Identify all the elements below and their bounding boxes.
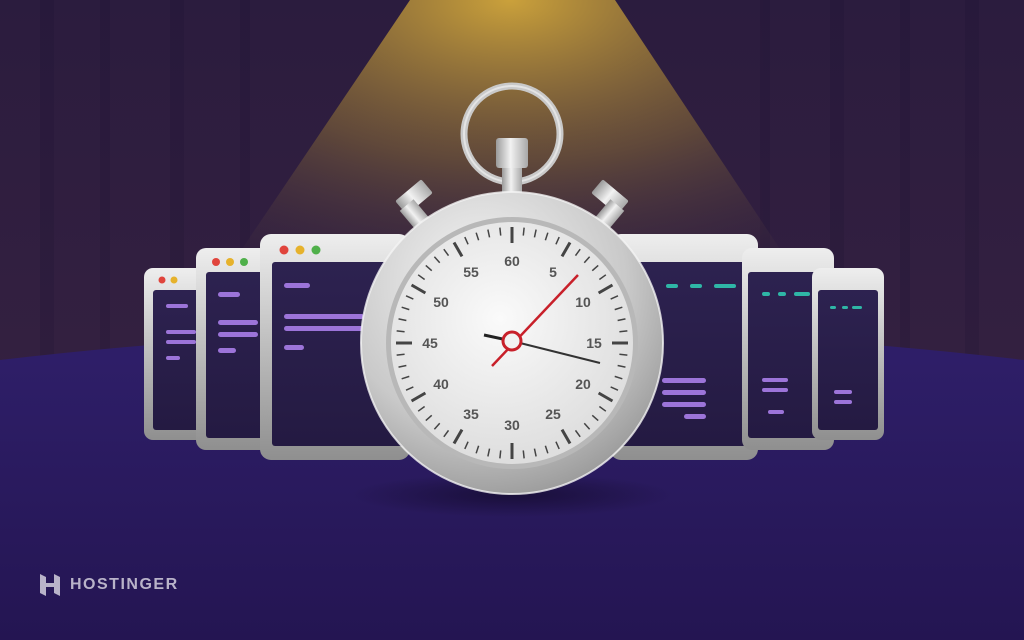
- minor-tick: [396, 353, 405, 356]
- dial-number: 50: [433, 294, 449, 310]
- dial-number: 35: [463, 406, 479, 422]
- dial-number: 20: [575, 376, 591, 392]
- dial-number: 40: [433, 376, 449, 392]
- hero-illustration: 60 5 10 15 20 25 30 35 40 45 50 55 HOSTINGER: [0, 0, 1024, 640]
- minimize-dot-icon: [226, 258, 234, 266]
- minor-tick: [396, 330, 405, 333]
- dial-number: 25: [545, 406, 561, 422]
- close-dot-icon: [212, 258, 220, 266]
- browser-window: [812, 268, 884, 440]
- dial-number: 30: [504, 417, 520, 433]
- minor-tick: [522, 227, 525, 236]
- hostinger-h-logo-icon: [40, 574, 60, 596]
- minor-tick: [499, 227, 502, 236]
- maximize-dot-icon: [311, 245, 321, 255]
- maximize-dot-icon: [240, 258, 248, 266]
- minor-tick: [499, 450, 502, 459]
- brand-name: HOSTINGER: [70, 576, 179, 593]
- dial-number: 15: [586, 335, 602, 351]
- brand-logo[interactable]: HOSTINGER: [38, 572, 179, 598]
- minor-tick: [619, 330, 628, 333]
- dial-number: 10: [575, 294, 591, 310]
- minimize-dot-icon: [295, 245, 305, 255]
- close-dot-icon: [279, 245, 289, 255]
- close-dot-icon: [158, 276, 166, 284]
- hand-pivot: [501, 330, 523, 352]
- illustration-canvas: 60 5 10 15 20 25 30 35 40 45 50 55: [0, 0, 1024, 640]
- dial-number: 60: [504, 253, 520, 269]
- minimize-dot-icon: [170, 276, 178, 284]
- dial-number: 45: [422, 335, 438, 351]
- dial-number: 5: [549, 264, 557, 280]
- minor-tick: [522, 450, 525, 459]
- dial-number: 55: [463, 264, 479, 280]
- minor-tick: [619, 353, 628, 356]
